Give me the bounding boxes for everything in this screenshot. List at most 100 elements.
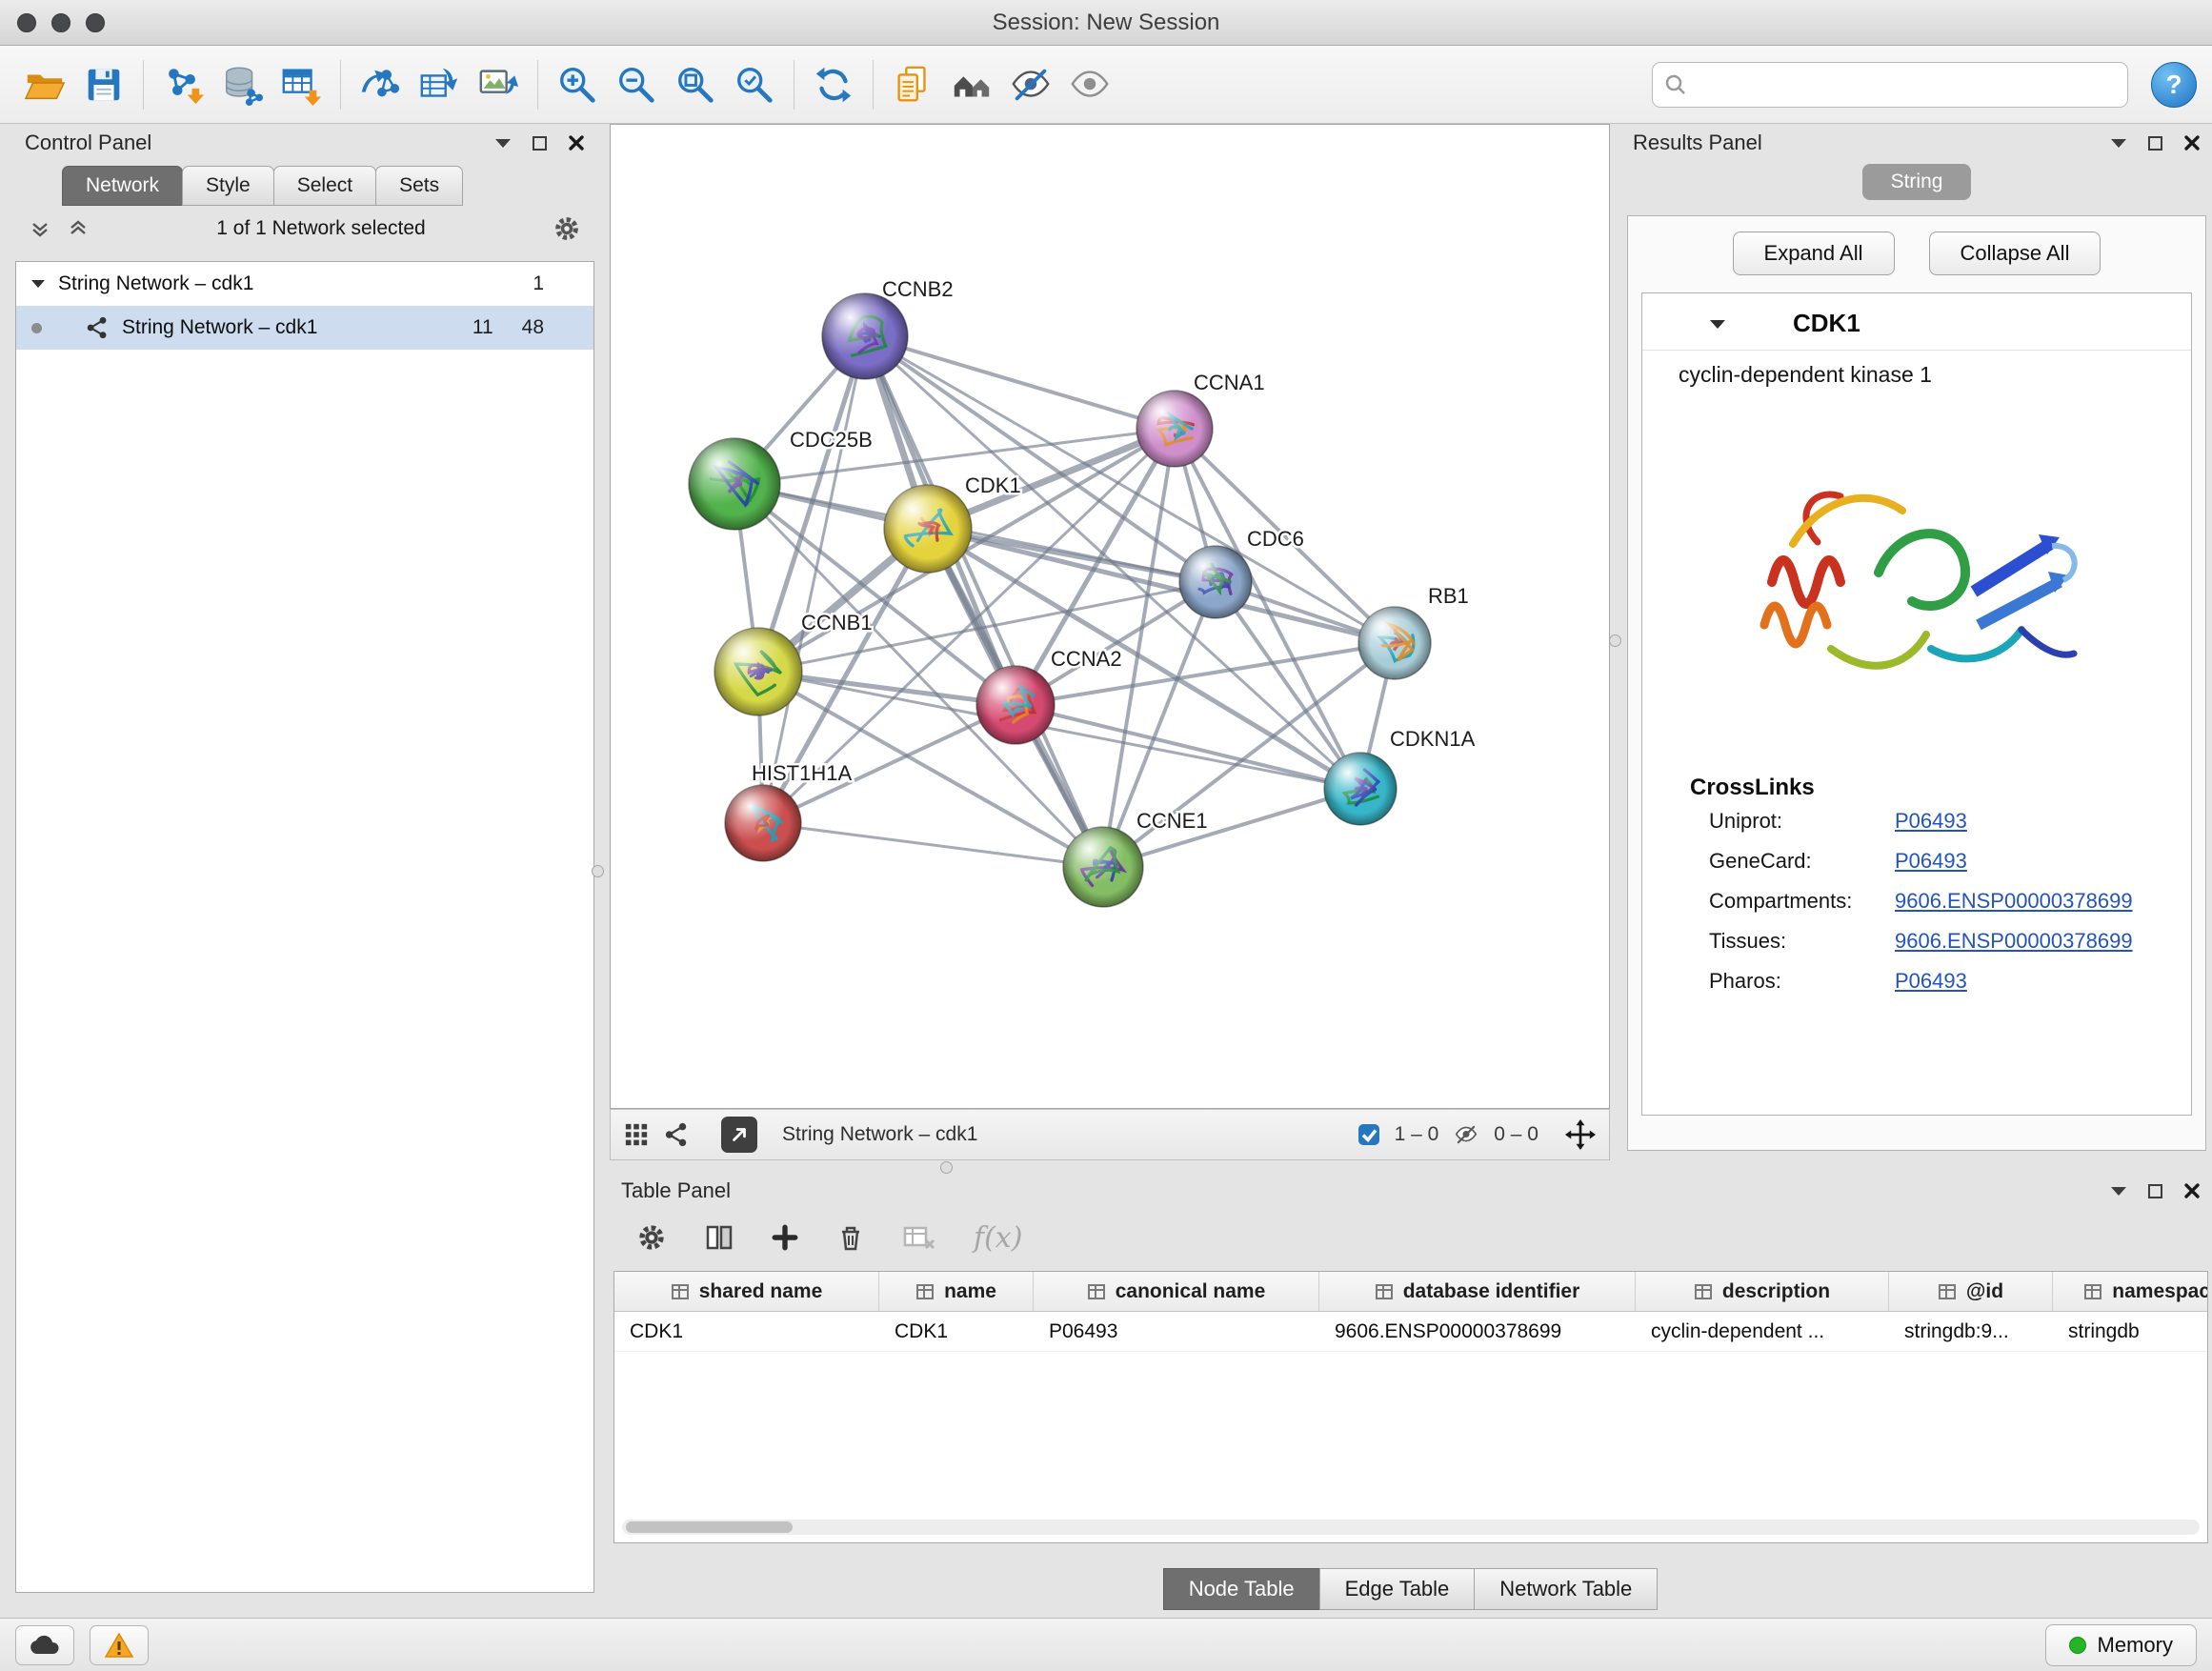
tab-node-table[interactable]: Node Table (1163, 1568, 1320, 1610)
expand-all-button[interactable]: Expand All (1733, 232, 1895, 275)
table-cell[interactable]: P06493 (1034, 1312, 1319, 1351)
panel-menu-icon[interactable] (2110, 137, 2127, 149)
vertical-splitter-handle[interactable] (592, 865, 604, 877)
table-cell[interactable]: cyclin-dependent ... (1636, 1312, 1889, 1351)
node-CDC25B[interactable] (689, 438, 780, 530)
home-networks-button[interactable] (942, 54, 1001, 115)
edge-HIST1H1A-CCNE1[interactable] (763, 823, 1103, 867)
tab-select[interactable]: Select (273, 166, 376, 206)
network-overview-icon[interactable] (664, 1122, 689, 1147)
detach-view-button[interactable] (721, 1117, 757, 1153)
crosslink-value-link[interactable]: P06493 (1895, 969, 1967, 994)
network-graph[interactable]: CCNB2CCNA1CDC25BCDK1CDC6RB1CCNB1CCNA2CDK… (611, 125, 1609, 1108)
column-header--id[interactable]: @id (1889, 1272, 2053, 1311)
disclosure-triangle-icon[interactable] (31, 279, 45, 289)
scrollbar-thumb[interactable] (626, 1521, 793, 1533)
crosslink-value-link[interactable]: 9606.ENSP00000378699 (1895, 929, 2133, 954)
horizontal-scrollbar[interactable] (622, 1520, 2200, 1535)
warnings-button[interactable] (90, 1625, 149, 1665)
hidden-eye-slash-icon[interactable] (1452, 1122, 1480, 1147)
table-cell[interactable]: 9606.ENSP00000378699 (1319, 1312, 1636, 1351)
table-cell[interactable]: stringdb:9... (1889, 1312, 2053, 1351)
search-box[interactable] (1652, 62, 2128, 108)
node-RB1[interactable] (1358, 607, 1431, 679)
table-cell[interactable]: stringdb (2053, 1312, 2208, 1351)
column-header-description[interactable]: description (1636, 1272, 1889, 1311)
column-header-canonical-name[interactable]: canonical name (1034, 1272, 1319, 1311)
network-canvas[interactable]: CCNB2CCNA1CDC25BCDK1CDC6RB1CCNB1CCNA2CDK… (610, 124, 1610, 1109)
import-network-from-file-button[interactable] (153, 54, 212, 115)
float-panel-icon[interactable] (2148, 136, 2162, 151)
selected-checkbox-icon[interactable] (1357, 1122, 1381, 1147)
cloud-status-button[interactable] (15, 1625, 74, 1665)
node-CDC6[interactable] (1179, 546, 1252, 618)
panel-menu-icon[interactable] (2110, 1185, 2127, 1197)
table-settings-gear-icon[interactable] (636, 1222, 667, 1253)
zoom-fit-button[interactable] (666, 54, 725, 115)
node-CDK1[interactable] (884, 485, 972, 573)
float-panel-icon[interactable] (2148, 1184, 2162, 1198)
delete-column-trash-icon[interactable] (836, 1223, 865, 1252)
node-CCNE1[interactable] (1063, 827, 1143, 907)
tab-edge-table[interactable]: Edge Table (1319, 1568, 1476, 1610)
float-panel-icon[interactable] (533, 136, 547, 151)
node-CCNB2[interactable] (822, 293, 908, 379)
collapse-all-button[interactable]: Collapse All (1929, 232, 2101, 275)
show-graphics-details-button[interactable] (1060, 54, 1119, 115)
hide-graphics-details-button[interactable] (1001, 54, 1060, 115)
column-header-name[interactable]: name (879, 1272, 1034, 1311)
tab-sets[interactable]: Sets (375, 166, 463, 206)
edge-CCNB2-HIST1H1A[interactable] (763, 336, 865, 823)
string-tab-badge[interactable]: String (1862, 164, 1972, 200)
minimize-window-button[interactable] (51, 13, 70, 32)
node-CCNA1[interactable] (1136, 391, 1213, 467)
panel-menu-icon[interactable] (494, 137, 512, 149)
open-session-button[interactable] (15, 54, 74, 115)
horizontal-splitter-handle[interactable] (940, 1161, 953, 1174)
crosslink-value-link[interactable]: P06493 (1895, 809, 1967, 834)
pan-crosshair-icon[interactable] (1565, 1119, 1596, 1150)
zoom-selected-button[interactable] (725, 54, 784, 115)
node-HIST1H1A[interactable] (725, 785, 801, 861)
edge-CCNB2-CCNA1[interactable] (865, 336, 1175, 429)
node-CCNB1[interactable] (714, 628, 802, 715)
table-cell[interactable]: CDK1 (879, 1312, 1034, 1351)
help-button[interactable]: ? (2151, 62, 2197, 108)
tab-network-table[interactable]: Network Table (1474, 1568, 1658, 1610)
column-header-database-identifier[interactable]: database identifier (1319, 1272, 1636, 1311)
network-collection-row[interactable]: String Network – cdk1 1 (16, 262, 593, 306)
import-network-from-database-button[interactable] (212, 54, 271, 115)
show-columns-icon[interactable] (705, 1223, 734, 1252)
maximize-window-button[interactable] (86, 13, 105, 32)
protein-header[interactable]: CDK1 (1642, 293, 2191, 351)
add-column-plus-icon[interactable] (772, 1224, 798, 1251)
refresh-view-button[interactable] (804, 54, 863, 115)
zoom-in-button[interactable] (548, 54, 607, 115)
crosslink-value-link[interactable]: 9606.ENSP00000378699 (1895, 889, 2133, 914)
table-row[interactable]: CDK1CDK1P064939606.ENSP00000378699cyclin… (614, 1312, 2207, 1352)
collapse-all-icon[interactable] (29, 217, 51, 240)
search-input[interactable] (1695, 73, 2116, 96)
import-table-from-file-button[interactable] (271, 54, 331, 115)
export-table-button[interactable] (410, 54, 469, 115)
export-image-button[interactable] (469, 54, 528, 115)
new-network-from-selection-button[interactable] (351, 54, 410, 115)
column-header-namespace[interactable]: namespace (2053, 1272, 2208, 1311)
save-session-button[interactable] (74, 54, 133, 115)
grid-view-icon[interactable] (624, 1122, 649, 1147)
zoom-out-button[interactable] (607, 54, 666, 115)
copy-document-button[interactable] (883, 54, 942, 115)
network-row-selected[interactable]: String Network – cdk1 11 48 (16, 306, 593, 350)
close-panel-icon[interactable] (568, 134, 585, 151)
expand-all-icon[interactable] (67, 217, 90, 240)
close-panel-icon[interactable] (2183, 1182, 2201, 1199)
close-window-button[interactable] (17, 13, 36, 32)
vertical-splitter-handle[interactable] (1609, 634, 1621, 647)
gear-icon[interactable] (553, 214, 581, 243)
collapse-section-icon[interactable] (1709, 318, 1726, 330)
table-cell[interactable]: CDK1 (614, 1312, 879, 1351)
tab-network[interactable]: Network (62, 166, 183, 206)
edge-CCNB2-CCNE1[interactable] (865, 336, 1103, 867)
tab-style[interactable]: Style (182, 166, 274, 206)
crosslink-value-link[interactable]: P06493 (1895, 849, 1967, 874)
